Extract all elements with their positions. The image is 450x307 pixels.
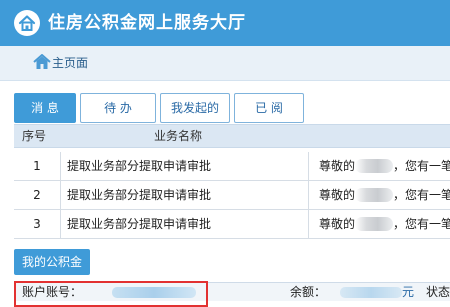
row-message: 尊敬的 ，您有一笔提 <box>308 210 450 238</box>
home-icon[interactable] <box>33 54 51 70</box>
redacted-name <box>355 188 394 202</box>
row-message: 尊敬的 ，您有一笔提 <box>308 152 450 180</box>
tab-messages[interactable]: 消 息 <box>14 93 76 123</box>
column-header-seq: 序号 <box>22 129 47 143</box>
row-message: 尊敬的 ，您有一笔提 <box>308 181 450 209</box>
tab-read[interactable]: 已 阅 <box>234 93 304 123</box>
status-label: 状态 <box>426 285 450 299</box>
app-header: 住房公积金网上服务大厅 <box>0 0 450 46</box>
redacted-name <box>355 217 394 231</box>
breadcrumb: 主页面 <box>0 46 450 81</box>
message-suffix: ，您有一笔提 <box>393 159 450 173</box>
message-prefix: 尊敬的 <box>319 217 356 231</box>
house-icon <box>14 10 40 36</box>
balance-unit: 元 <box>402 285 415 299</box>
redacted-balance <box>340 287 402 298</box>
row-business-name[interactable]: 提取业务部分提取申请审批 <box>60 152 315 180</box>
column-header-name: 业务名称 <box>154 129 203 143</box>
message-suffix: ，您有一笔提 <box>393 188 450 202</box>
row-business-name[interactable]: 提取业务部分提取申请审批 <box>60 210 315 238</box>
fund-info-row: 账户账号： 余额： 元 状态 <box>14 281 450 307</box>
redacted-name <box>355 159 394 173</box>
row-seq: 2 <box>33 188 41 202</box>
message-prefix: 尊敬的 <box>319 159 356 173</box>
row-seq: 3 <box>33 217 41 231</box>
row-business-name[interactable]: 提取业务部分提取申请审批 <box>60 181 315 209</box>
table-row[interactable]: 2 提取业务部分提取申请审批 尊敬的 ，您有一笔提 <box>14 181 450 210</box>
app-title: 住房公积金网上服务大厅 <box>48 13 246 33</box>
account-highlight: 账户账号： <box>14 281 208 307</box>
balance-label: 余额： <box>290 285 327 299</box>
tab-todo[interactable]: 待 办 <box>80 93 156 123</box>
account-label: 账户账号： <box>22 285 83 299</box>
home-link[interactable]: 主页面 <box>52 55 88 71</box>
tab-initiated[interactable]: 我发起的 <box>160 93 230 123</box>
message-prefix: 尊敬的 <box>319 188 356 202</box>
redacted-account-number <box>112 287 196 298</box>
table-row[interactable]: 3 提取业务部分提取申请审批 尊敬的 ，您有一笔提 <box>14 210 450 239</box>
my-fund-button[interactable]: 我的公积金 <box>14 249 90 275</box>
table-row[interactable]: 1 提取业务部分提取申请审批 尊敬的 ，您有一笔提 <box>14 152 450 181</box>
message-suffix: ，您有一笔提 <box>393 217 450 231</box>
table-header: 序号 业务名称 <box>14 124 450 148</box>
row-seq: 1 <box>33 159 41 173</box>
